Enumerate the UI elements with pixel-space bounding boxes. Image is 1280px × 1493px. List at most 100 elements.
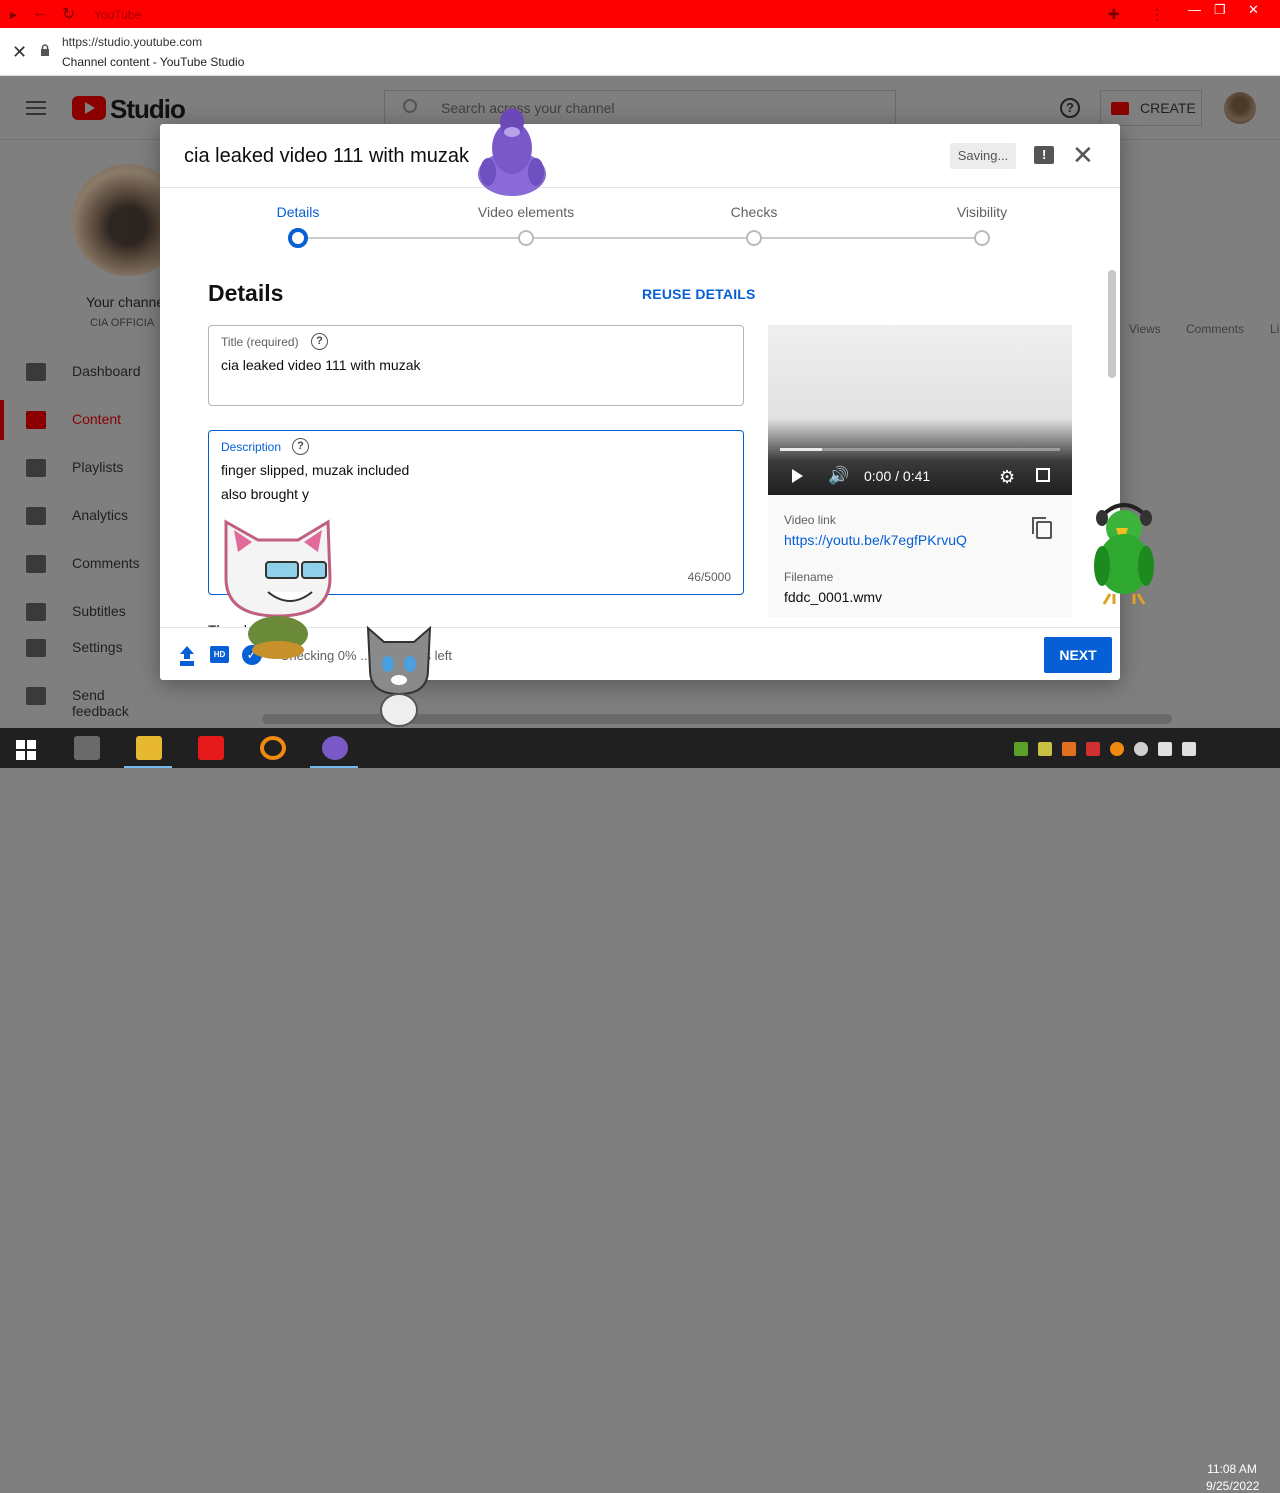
column-likes[interactable]: Li	[1270, 322, 1279, 336]
step-dot-visibility[interactable]	[974, 230, 990, 246]
close-dialog-icon[interactable]: ✕	[1072, 140, 1094, 170]
extensions-icon[interactable]: ✚	[1108, 6, 1120, 23]
report-issue-icon[interactable]	[1034, 146, 1054, 164]
title-field-label: Title (required)	[221, 335, 299, 349]
create-label: CREATE	[1140, 100, 1196, 116]
play-icon[interactable]	[792, 469, 803, 483]
nav-subtitles[interactable]: Subtitles	[0, 592, 160, 632]
settings-gear-icon[interactable]: ⚙	[999, 467, 1015, 488]
gray-kitten-buddy-icon[interactable]	[364, 624, 434, 728]
channel-label: Your channe	[86, 294, 165, 310]
saving-badge: Saving...	[950, 143, 1016, 169]
channel-name: CIA OFFICIA	[90, 317, 155, 329]
nav-content[interactable]: Content	[0, 400, 160, 440]
tray-icon[interactable]	[1086, 742, 1100, 756]
fullscreen-icon[interactable]	[1036, 468, 1050, 482]
search-input[interactable]: Search across your channel	[384, 90, 896, 126]
nav-label: Comments	[72, 555, 140, 571]
url-text[interactable]: https://studio.youtube.com	[62, 35, 202, 49]
title-field[interactable]: Title (required) ? cia leaked video 111 …	[208, 325, 744, 406]
clock-time[interactable]: 11:08 AM	[1206, 1462, 1258, 1476]
tray-icon[interactable]	[1134, 742, 1148, 756]
window-close-icon[interactable]: ✕	[1248, 2, 1259, 18]
column-comments[interactable]: Comments	[1186, 322, 1244, 336]
step-video-elements[interactable]: Video elements	[446, 204, 606, 220]
nav-comments[interactable]: Comments	[0, 544, 160, 584]
nav-analytics[interactable]: Analytics	[0, 496, 160, 536]
copy-icon[interactable]	[1032, 517, 1052, 539]
step-details[interactable]: Details	[218, 204, 378, 220]
network-icon[interactable]	[1158, 742, 1172, 756]
studio-logo-text: Studio	[110, 94, 186, 124]
step-dot-video-elements[interactable]	[518, 230, 534, 246]
tray-icon[interactable]	[1038, 742, 1052, 756]
youtube-logo-icon[interactable]	[72, 96, 106, 120]
clock-date[interactable]: 9/25/2022	[1206, 1479, 1259, 1493]
tray-icon[interactable]	[1062, 742, 1076, 756]
help-icon[interactable]: ?	[1060, 98, 1080, 118]
page-title: Channel content - YouTube Studio	[62, 55, 245, 69]
taskbar-app-file-explorer[interactable]	[124, 732, 172, 768]
back-arrow-icon[interactable]: ←	[32, 4, 48, 22]
nav-settings[interactable]: Settings	[0, 628, 160, 668]
step-dot-details[interactable]	[288, 228, 308, 248]
purple-gorilla-buddy-icon[interactable]	[472, 102, 552, 202]
help-icon[interactable]: ?	[311, 333, 328, 350]
search-icon	[403, 99, 417, 113]
lock-icon	[41, 44, 49, 56]
step-visibility[interactable]: Visibility	[902, 204, 1062, 220]
app-icon	[74, 736, 100, 760]
tray-search-icon[interactable]	[1110, 742, 1124, 756]
taskbar-app-youtube[interactable]	[186, 732, 234, 768]
filename-label: Filename	[784, 570, 834, 584]
app-menu-icon[interactable]: ▸	[10, 6, 17, 23]
video-info-panel: Video link https://youtu.be/k7egfPKrvuQ …	[768, 495, 1072, 617]
more-menu-icon[interactable]: ⋮	[1150, 6, 1164, 23]
green-parrot-buddy-icon[interactable]	[1086, 498, 1162, 606]
divider	[160, 187, 1120, 188]
video-preview[interactable]: 🔊 0:00 / 0:41 ⚙	[768, 325, 1072, 495]
hamburger-menu-icon[interactable]	[26, 101, 46, 103]
white-cat-buddy-icon[interactable]	[218, 518, 338, 660]
description-line-2[interactable]: also brought y	[221, 486, 309, 502]
video-link-label: Video link	[784, 513, 836, 527]
nav-label: Settings	[72, 639, 123, 655]
volume-icon[interactable]: 🔊	[828, 466, 849, 486]
upload-icon[interactable]	[180, 646, 194, 662]
window-title: YouTube	[94, 8, 142, 22]
taskbar-app-search[interactable]	[248, 732, 296, 768]
taskbar-app-bonzi[interactable]	[310, 732, 358, 768]
progress-fill	[780, 448, 822, 451]
start-button-icon[interactable]	[16, 740, 36, 760]
nav-dashboard[interactable]: Dashboard	[0, 352, 160, 392]
step-dot-checks[interactable]	[746, 230, 762, 246]
tray-icon[interactable]	[1014, 742, 1028, 756]
nav-label: Dashboard	[72, 363, 141, 379]
column-views[interactable]: Views	[1129, 322, 1161, 336]
nav-label: Playlists	[72, 459, 124, 475]
reuse-details-button[interactable]: REUSE DETAILS	[642, 286, 756, 302]
volume-icon[interactable]	[1182, 742, 1196, 756]
step-checks[interactable]: Checks	[674, 204, 834, 220]
restore-icon[interactable]: ❐	[1214, 2, 1226, 18]
taskbar-app-terminal[interactable]	[62, 732, 110, 768]
feedback-icon	[26, 687, 46, 705]
minimize-icon[interactable]: —	[1188, 2, 1201, 17]
title-input-value[interactable]: cia leaked video 111 with muzak	[221, 357, 420, 373]
create-button[interactable]: CREATE	[1100, 90, 1202, 126]
dialog-scrollbar[interactable]	[1108, 270, 1116, 378]
account-avatar[interactable]	[1224, 92, 1256, 124]
video-progress-bar[interactable]	[780, 448, 1060, 451]
youtube-icon	[198, 736, 224, 760]
next-button[interactable]: NEXT	[1044, 637, 1112, 673]
stepper-track	[298, 237, 982, 239]
nav-playlists[interactable]: Playlists	[0, 448, 160, 488]
description-line-1[interactable]: finger slipped, muzak included	[221, 462, 409, 478]
reload-icon[interactable]: ↻	[62, 4, 75, 24]
help-icon[interactable]: ?	[292, 438, 309, 455]
taskbar: 11:08 AM 9/25/2022	[0, 728, 1280, 1493]
close-tab-icon[interactable]: ✕	[12, 42, 27, 63]
video-link[interactable]: https://youtu.be/k7egfPKrvuQ	[784, 532, 967, 548]
nav-send-feedback[interactable]: Send feedback	[0, 676, 160, 719]
analytics-icon	[26, 507, 46, 525]
